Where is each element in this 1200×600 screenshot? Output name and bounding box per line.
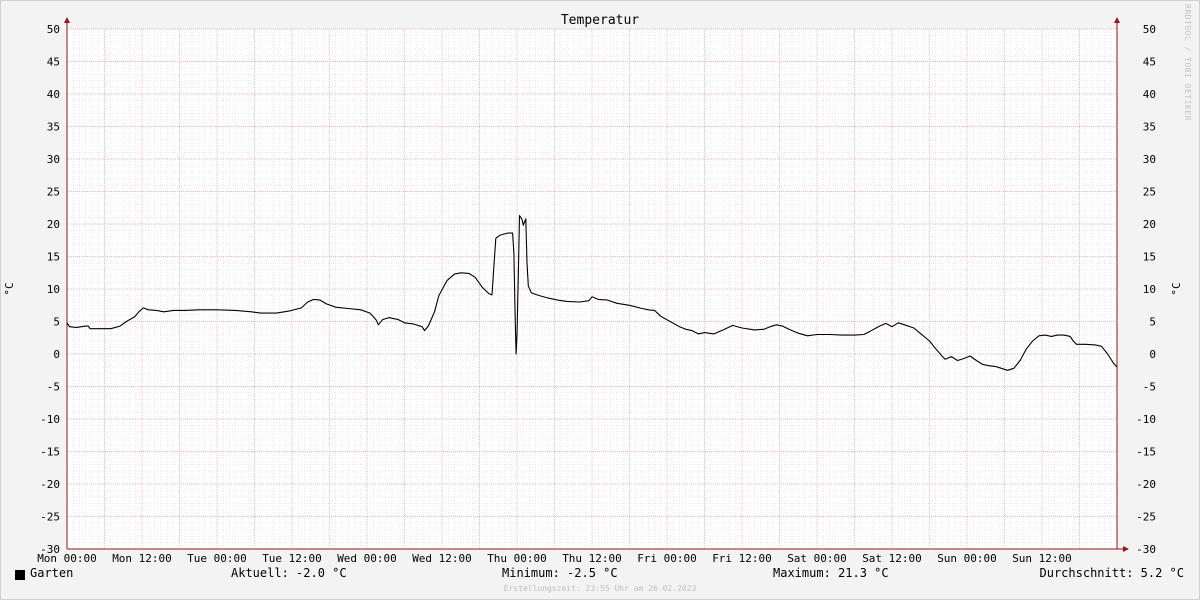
x-tick-label: Sun 00:00 [937, 552, 997, 565]
legend: Garten Aktuell: -2.0 °C Minimum: -2.5 °C… [0, 566, 1200, 584]
x-tick-label: Thu 12:00 [562, 552, 622, 565]
y-tick-label-left: 0 [53, 348, 60, 361]
y-tick-label-right: -15 [1136, 446, 1156, 459]
y-tick-label-left: -15 [40, 446, 60, 459]
y-tick-label-right: 40 [1143, 88, 1156, 101]
y-tick-label-right: -5 [1143, 381, 1156, 394]
y-tick-label-left: 35 [47, 121, 60, 134]
y-axis-label-right: °C [1170, 282, 1183, 295]
legend-current: Aktuell: -2.0 °C [231, 566, 347, 580]
y-tick-label-right: 10 [1143, 283, 1156, 296]
plot-area: 50 5045 4540 4035 3530 3025 2520 2015 1510 105 50 0… [37, 17, 1156, 565]
y-tick-label-left: 45 [47, 56, 60, 69]
y-tick-label-right: 20 [1143, 218, 1156, 231]
x-tick-label: Sat 12:00 [862, 552, 922, 565]
y-tick-label-left: -25 [40, 511, 60, 524]
y-tick-label-left: 15 [47, 251, 60, 264]
y-tick-label-right: -25 [1136, 511, 1156, 524]
y-tick-label-left: 20 [47, 218, 60, 231]
y-axis-arrow-left [64, 17, 70, 23]
y-tick-label-left: -20 [40, 478, 60, 491]
x-tick-label: Fri 12:00 [712, 552, 772, 565]
legend-swatch-garten [15, 570, 25, 580]
legend-average: Durchschnitt: 5.2 °C [1039, 566, 1185, 580]
y-tick-label-right: -20 [1136, 478, 1156, 491]
x-tick-label: Sun 12:00 [1012, 552, 1072, 565]
y-tick-label-left: 5 [53, 316, 60, 329]
x-tick-label: Wed 00:00 [337, 552, 397, 565]
x-tick-label: Mon 00:00 [37, 552, 97, 565]
y-tick-label-right: 30 [1143, 153, 1156, 166]
y-tick-label-right: 35 [1143, 121, 1156, 134]
x-axis-arrow [1123, 546, 1129, 552]
legend-series-name: Garten [30, 566, 74, 580]
y-tick-label-right: 15 [1143, 251, 1156, 264]
y-tick-label-left: 10 [47, 283, 60, 296]
y-tick-label-right: 45 [1143, 56, 1156, 69]
chart-title: Temperatur [561, 13, 639, 28]
y-axis-label-left: °C [3, 282, 16, 295]
x-tick-label: Tue 00:00 [187, 552, 247, 565]
y-tick-label-left: 25 [47, 186, 60, 199]
y-tick-label-right: 50 [1143, 23, 1156, 36]
watermark: RRDTOOL / TOBI OETIKER [1183, 4, 1192, 121]
legend-maximum: Maximum: 21.3 °C [773, 566, 889, 580]
y-tick-label-left: 30 [47, 153, 60, 166]
y-tick-label-right: -30 [1136, 543, 1156, 556]
y-axis-arrow-right [1114, 17, 1120, 23]
creation-time-note: Erstellungszeit: 23:55 Uhr am 26.02.2023 [503, 584, 697, 593]
y-tick-label-left: -10 [40, 413, 60, 426]
x-tick-label: Fri 00:00 [637, 552, 697, 565]
y-tick-label-left: 50 [47, 23, 60, 36]
y-tick-label-right: -10 [1136, 413, 1156, 426]
x-tick-label: Thu 00:00 [487, 552, 547, 565]
x-tick-label: Wed 12:00 [412, 552, 472, 565]
y-tick-label-right: 0 [1149, 348, 1156, 361]
y-tick-label-right: 25 [1143, 186, 1156, 199]
y-tick-label-left: 40 [47, 88, 60, 101]
x-tick-label: Sat 00:00 [787, 552, 847, 565]
y-tick-label-right: 5 [1149, 316, 1156, 329]
legend-minimum: Minimum: -2.5 °C [502, 566, 618, 580]
x-tick-label: Mon 12:00 [112, 552, 172, 565]
y-tick-label-left: -5 [47, 381, 60, 394]
x-tick-label: Tue 12:00 [262, 552, 322, 565]
temperature-chart: Temperatur °C °C 50 5045 4540 4035 3530 3025 2… [3, 13, 1183, 565]
